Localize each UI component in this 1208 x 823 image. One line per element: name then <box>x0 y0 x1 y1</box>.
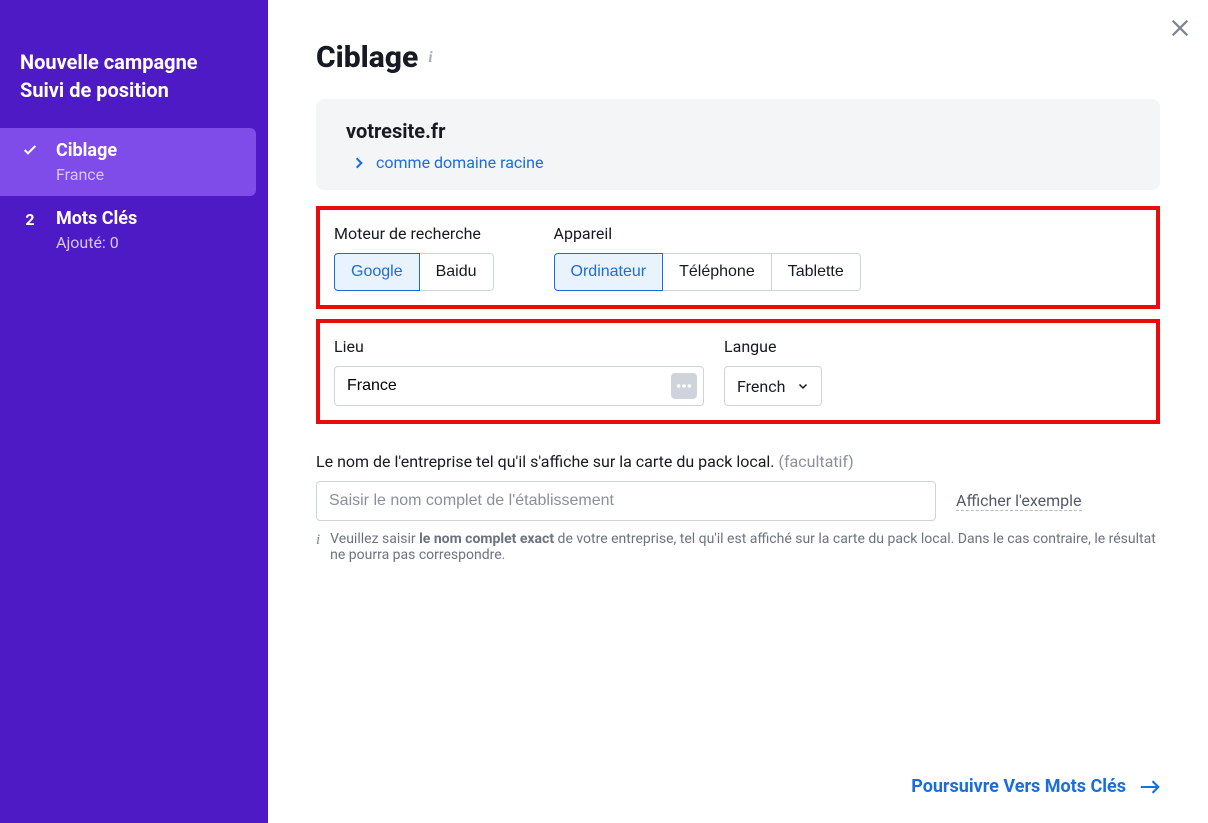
dots-icon <box>676 383 692 389</box>
sidebar-header: Nouvelle campagne Suivi de position <box>0 48 268 128</box>
business-name-input[interactable] <box>316 481 936 521</box>
sidebar-title-1: Nouvelle campagne <box>20 48 248 76</box>
domain-root-link[interactable]: comme domaine racine <box>346 153 1130 172</box>
step-subtitle: Ajouté: 0 <box>56 233 137 252</box>
arrow-right-icon <box>1140 779 1160 795</box>
search-engine-baidu[interactable]: Baidu <box>419 253 494 291</box>
domain-card: votresite.fr comme domaine racine <box>316 99 1160 190</box>
business-hint: i Veuillez saisir le nom complet exact d… <box>316 531 1156 563</box>
sidebar-step-mots-cles[interactable]: 2 Mots Clés Ajouté: 0 <box>0 196 268 264</box>
language-select[interactable]: French <box>724 366 822 406</box>
next-button[interactable]: Poursuivre Vers Mots Clés <box>911 776 1160 797</box>
device-telephone[interactable]: Téléphone <box>662 253 772 291</box>
close-icon <box>1169 17 1191 39</box>
field-label: Langue <box>724 337 822 356</box>
location-input[interactable] <box>347 377 671 395</box>
footer: Poursuivre Vers Mots Clés <box>316 776 1160 803</box>
highlight-box-2: Lieu Langue French <box>316 319 1160 424</box>
page-title: Ciblage i <box>316 40 1160 75</box>
sidebar-title-2: Suivi de position <box>20 76 248 104</box>
search-engine-google[interactable]: Google <box>334 253 420 291</box>
show-example-link[interactable]: Afficher l'exemple <box>956 491 1082 511</box>
device-ordinateur[interactable]: Ordinateur <box>554 253 664 291</box>
step-subtitle: France <box>56 165 117 184</box>
step-number: 2 <box>20 208 40 229</box>
location-field: Lieu <box>334 337 704 406</box>
business-name-label: Le nom de l'entreprise tel qu'il s'affic… <box>316 452 1160 471</box>
location-options-button[interactable] <box>671 373 697 399</box>
step-title: Mots Clés <box>56 208 137 229</box>
chevron-right-icon <box>352 156 366 170</box>
chevron-down-icon <box>797 380 809 392</box>
highlight-box-1: Moteur de recherche Google Baidu Apparei… <box>316 206 1160 309</box>
close-button[interactable] <box>1166 14 1194 42</box>
info-icon[interactable]: i <box>428 49 432 67</box>
search-engine-field: Moteur de recherche Google Baidu <box>334 224 494 291</box>
search-engine-segmented: Google Baidu <box>334 253 494 291</box>
step-title: Ciblage <box>56 140 117 161</box>
location-input-wrap[interactable] <box>334 366 704 406</box>
sidebar: Nouvelle campagne Suivi de position Cibl… <box>0 0 268 823</box>
field-label: Moteur de recherche <box>334 224 494 243</box>
device-segmented: Ordinateur Téléphone Tablette <box>554 253 861 291</box>
field-label: Lieu <box>334 337 704 356</box>
check-icon <box>20 140 40 158</box>
language-field: Langue French <box>724 337 822 406</box>
main-content: Ciblage i votresite.fr comme domaine rac… <box>268 0 1208 823</box>
device-tablette[interactable]: Tablette <box>771 253 861 291</box>
sidebar-step-ciblage[interactable]: Ciblage France <box>0 128 256 196</box>
field-label: Appareil <box>554 224 861 243</box>
device-field: Appareil Ordinateur Téléphone Tablette <box>554 224 861 291</box>
domain-name: votresite.fr <box>346 119 1130 143</box>
info-icon: i <box>316 532 320 549</box>
